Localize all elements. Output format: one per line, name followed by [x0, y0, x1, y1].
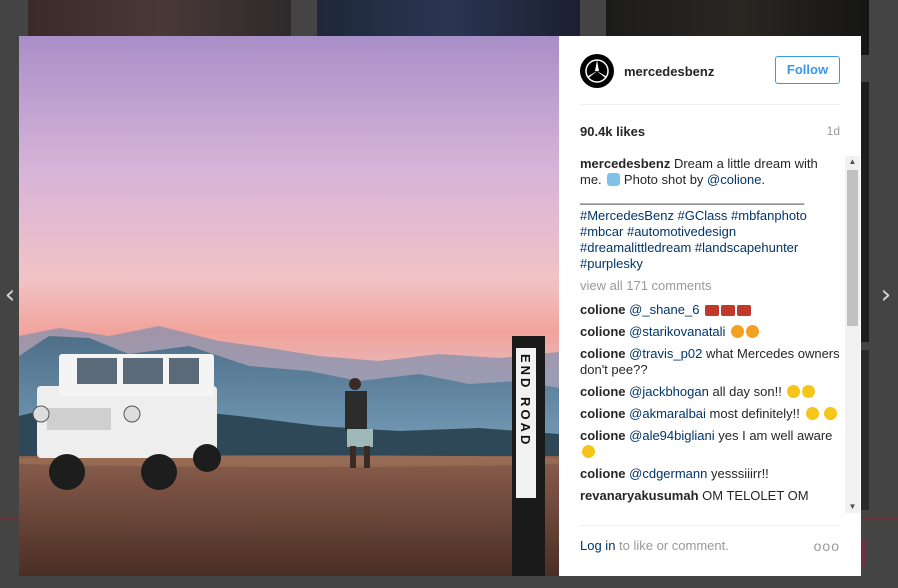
feed-thumbnail[interactable]	[861, 82, 869, 342]
comment-item: colione @jackbhogan all day son!!	[580, 384, 842, 400]
caption-period: .	[761, 172, 766, 187]
comment-mention[interactable]: @cdgermann	[629, 466, 707, 481]
comment-mention[interactable]: @_shane_6	[629, 302, 699, 317]
comment-user[interactable]: colione	[580, 466, 626, 481]
previous-arrow-icon[interactable]: ‹	[0, 280, 20, 310]
scroll-up-arrow-icon[interactable]: ▲	[845, 156, 860, 168]
feed-thumbnail[interactable]	[28, 0, 291, 36]
likes-count[interactable]: 90.4k likes	[580, 124, 645, 139]
post-modal: END ROAD mercedesbenz Follow 90.4k likes…	[19, 36, 861, 576]
comment-item: colione @ale94bigliani yes I am well awa…	[580, 428, 842, 460]
feed-button[interactable]	[861, 540, 865, 568]
post-footer: Log in to like or comment. ooo	[580, 538, 840, 556]
scroll-down-arrow-icon[interactable]: ▼	[845, 501, 860, 513]
comment-user[interactable]: colione	[580, 346, 626, 361]
caption: mercedesbenz Dream a little dream with m…	[580, 156, 842, 272]
emoji-icon	[824, 407, 838, 420]
sign-text: END ROAD	[518, 354, 533, 447]
mercedes-logo-icon	[585, 59, 609, 83]
follow-button[interactable]: Follow	[775, 56, 840, 84]
emoji-icon	[746, 325, 760, 338]
emoji-icon	[802, 385, 816, 398]
emoji-icon	[582, 445, 595, 458]
comment-item: colione @cdgermann yesssiiirr!!	[580, 466, 842, 482]
caption-hashtags[interactable]: #MercedesBenz #GClass #mbfanphoto #mbcar…	[580, 208, 842, 272]
post-username[interactable]: mercedesbenz	[624, 64, 714, 79]
comment-mention[interactable]: @travis_p02	[629, 346, 702, 361]
unicorn-emoji-icon	[607, 173, 621, 186]
comment-user[interactable]: colione	[580, 428, 626, 443]
feed-thumbnail[interactable]	[861, 350, 869, 510]
comment-user[interactable]: revanaryakusumah	[580, 488, 699, 503]
comment-item: colione @_shane_6	[580, 302, 842, 318]
comment-user[interactable]: colione	[580, 324, 626, 339]
comment-text: yesssiiirr!!	[711, 466, 769, 481]
login-link[interactable]: Log in	[580, 538, 615, 553]
post-details-panel: mercedesbenz Follow 90.4k likes 1d merce…	[559, 36, 861, 576]
comment-user[interactable]: colione	[580, 384, 626, 399]
next-arrow-icon[interactable]: ›	[876, 280, 896, 310]
emoji-icon	[805, 407, 819, 420]
caption-mention[interactable]: @colione	[707, 172, 761, 187]
caption-user[interactable]: mercedesbenz	[580, 156, 670, 171]
avatar[interactable]	[580, 54, 614, 88]
post-photo[interactable]: END ROAD	[19, 36, 559, 576]
login-prompt-text: to like or comment.	[619, 538, 729, 553]
emoji-icon	[737, 305, 752, 316]
view-all-comments-link[interactable]: view all 171 comments	[580, 278, 842, 294]
header-divider	[580, 104, 840, 105]
comment-mention[interactable]: @starikovanatali	[629, 324, 725, 339]
emoji-icon	[731, 325, 745, 338]
likes-row: 90.4k likes 1d	[580, 124, 840, 140]
comment-text: all day son!!	[712, 384, 782, 399]
comment-text: OM TELOLET OM	[702, 488, 809, 503]
comments-scrollbar[interactable]: ▲ ▼	[845, 156, 860, 513]
caption-text-credit: Photo shot by	[623, 172, 704, 187]
comment-item: revanaryakusumah OM TELOLET OM	[580, 488, 842, 504]
emoji-icon	[787, 385, 801, 398]
emoji-icon	[721, 305, 736, 316]
caption-separator: _______________________________	[580, 190, 805, 205]
comment-mention[interactable]: @jackbhogan	[629, 384, 709, 399]
comment-text: yes I am well aware	[718, 428, 833, 443]
comment-item: colione @akmaralbai most definitely!!	[580, 406, 842, 422]
comment-mention[interactable]: @akmaralbai	[629, 406, 706, 421]
post-time[interactable]: 1d	[827, 124, 840, 138]
more-options-icon[interactable]: ooo	[814, 538, 840, 554]
post-header: mercedesbenz Follow	[580, 52, 840, 90]
feed-thumbnail[interactable]	[317, 0, 580, 36]
comment-user[interactable]: colione	[580, 406, 626, 421]
comment-item: colione @starikovanatali	[580, 324, 842, 340]
scroll-thumb[interactable]	[847, 170, 858, 326]
emoji-icon	[705, 305, 720, 316]
comments-list[interactable]: mercedesbenz Dream a little dream with m…	[580, 156, 842, 516]
comment-mention[interactable]: @ale94bigliani	[629, 428, 714, 443]
comment-item: colione @travis_p02 what Mercedes owners…	[580, 346, 842, 378]
footer-divider	[580, 525, 840, 526]
comment-user[interactable]: colione	[580, 302, 626, 317]
comment-text: most definitely!!	[709, 406, 800, 421]
end-road-sign: END ROAD	[512, 336, 545, 576]
